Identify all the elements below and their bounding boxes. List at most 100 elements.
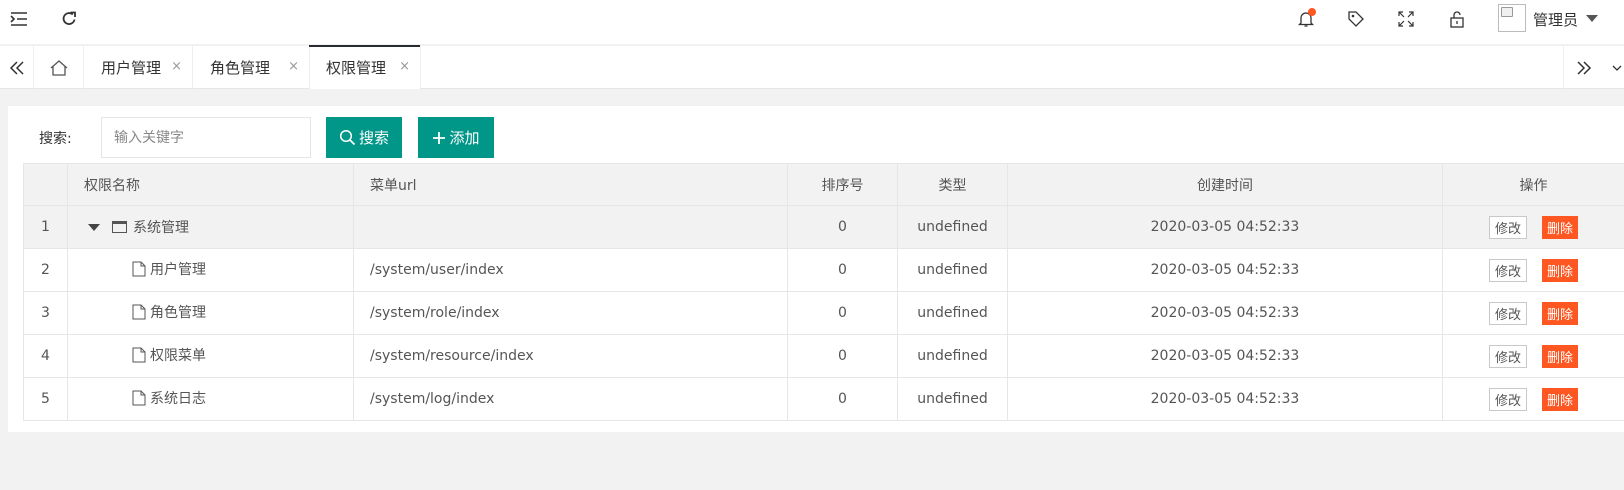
table-header bbox=[23, 163, 68, 206]
table-header[interactable]: 类型 bbox=[897, 163, 1008, 206]
search-button-label: 搜索 bbox=[358, 129, 389, 147]
ops-cell: 修改 删除 bbox=[1442, 291, 1624, 335]
bell-icon[interactable] bbox=[1293, 6, 1319, 32]
notification-dot bbox=[1308, 8, 1316, 16]
created-cell: 2020-03-05 04:52:33 bbox=[1007, 248, 1443, 292]
sort-cell: 0 bbox=[787, 291, 898, 335]
name-cell: 系统管理 bbox=[67, 205, 354, 249]
add-button[interactable]: 添加 bbox=[418, 117, 494, 158]
user-name[interactable]: 管理员 bbox=[1533, 9, 1578, 30]
edit-button[interactable]: 修改 bbox=[1488, 301, 1527, 325]
file-icon bbox=[132, 390, 146, 406]
url-cell: /system/resource/index bbox=[353, 334, 788, 378]
edit-button[interactable]: 修改 bbox=[1488, 215, 1527, 239]
url-cell: /system/user/index bbox=[353, 248, 788, 292]
delete-button[interactable]: 删除 bbox=[1542, 258, 1579, 282]
fullscreen-icon[interactable] bbox=[1393, 6, 1419, 32]
created-cell: 2020-03-05 04:52:33 bbox=[1007, 291, 1443, 335]
table-row[interactable]: 1 系统管理 0 undefined 2020-03-05 04:52:33 修… bbox=[23, 205, 1624, 249]
menu-fold-icon[interactable] bbox=[6, 6, 32, 32]
table-header[interactable]: 权限名称 bbox=[67, 163, 354, 206]
tab-label: 角色管理 bbox=[210, 59, 271, 77]
close-icon[interactable]: × bbox=[399, 59, 410, 74]
type-cell: undefined bbox=[897, 248, 1008, 292]
close-icon[interactable]: × bbox=[288, 59, 299, 74]
edit-button[interactable]: 修改 bbox=[1488, 344, 1527, 368]
type-cell: undefined bbox=[897, 291, 1008, 335]
type-cell: undefined bbox=[897, 205, 1008, 249]
url-cell: /system/role/index bbox=[353, 291, 788, 335]
name-cell: 系统日志 bbox=[67, 377, 354, 421]
delete-button[interactable]: 删除 bbox=[1542, 344, 1579, 368]
search-input[interactable] bbox=[101, 117, 311, 158]
home-tab[interactable] bbox=[34, 46, 84, 89]
sort-cell: 0 bbox=[787, 205, 898, 249]
delete-button[interactable]: 删除 bbox=[1542, 215, 1579, 239]
name-cell: 权限菜单 bbox=[67, 334, 354, 378]
tabs-scroll-left-icon[interactable] bbox=[0, 46, 34, 89]
file-icon bbox=[132, 304, 146, 320]
expand-caret-icon[interactable] bbox=[88, 223, 100, 231]
tab-role-management[interactable]: 角色管理 × bbox=[193, 46, 310, 89]
file-icon bbox=[132, 261, 146, 277]
search-icon bbox=[339, 129, 356, 146]
permission-name: 用户管理 bbox=[150, 262, 206, 278]
permission-name: 系统日志 bbox=[150, 391, 206, 407]
row-index: 2 bbox=[23, 248, 68, 292]
sort-cell: 0 bbox=[787, 377, 898, 421]
tabs-scroll-right-icon[interactable] bbox=[1563, 46, 1603, 89]
permission-name: 权限菜单 bbox=[150, 348, 206, 364]
top-header: 管理员 bbox=[0, 0, 1624, 44]
row-index: 5 bbox=[23, 377, 68, 421]
table-header-row: 权限名称 菜单url 排序号 类型 创建时间 操作 bbox=[23, 163, 1624, 206]
row-index: 3 bbox=[23, 291, 68, 335]
row-index: 4 bbox=[23, 334, 68, 378]
tab-label: 用户管理 bbox=[101, 59, 162, 77]
refresh-icon[interactable] bbox=[56, 6, 82, 32]
delete-button[interactable]: 删除 bbox=[1542, 387, 1579, 411]
ops-cell: 修改 删除 bbox=[1442, 248, 1624, 292]
folder-icon bbox=[112, 221, 127, 233]
created-cell: 2020-03-05 04:52:33 bbox=[1007, 377, 1443, 421]
table-row[interactable]: 4 权限菜单 /system/resource/index 0 undefine… bbox=[23, 334, 1624, 378]
close-icon[interactable]: × bbox=[171, 59, 182, 74]
ops-cell: 修改 删除 bbox=[1442, 205, 1624, 249]
permission-name: 系统管理 bbox=[133, 220, 189, 236]
tab-permission-management[interactable]: 权限管理 × bbox=[309, 45, 421, 89]
delete-button[interactable]: 删除 bbox=[1542, 301, 1579, 325]
sort-cell: 0 bbox=[787, 334, 898, 378]
table-row[interactable]: 3 角色管理 /system/role/index 0 undefined 20… bbox=[23, 291, 1624, 335]
created-cell: 2020-03-05 04:52:33 bbox=[1007, 334, 1443, 378]
name-cell: 角色管理 bbox=[67, 291, 354, 335]
tab-user-management[interactable]: 用户管理 × bbox=[84, 46, 193, 89]
add-button-label: 添加 bbox=[449, 129, 480, 147]
tag-icon[interactable] bbox=[1343, 6, 1369, 32]
table-row[interactable]: 5 系统日志 /system/log/index 0 undefined 202… bbox=[23, 377, 1624, 421]
edit-button[interactable]: 修改 bbox=[1488, 387, 1527, 411]
ops-cell: 修改 删除 bbox=[1442, 377, 1624, 421]
lock-icon[interactable] bbox=[1444, 6, 1470, 32]
table-header[interactable]: 排序号 bbox=[787, 163, 898, 206]
plus-icon bbox=[433, 131, 446, 144]
sort-cell: 0 bbox=[787, 248, 898, 292]
type-cell: undefined bbox=[897, 334, 1008, 378]
permission-table: 权限名称 菜单url 排序号 类型 创建时间 操作 1 系统管理 0 undef… bbox=[23, 163, 1624, 421]
tabs-more-icon[interactable] bbox=[1610, 46, 1624, 89]
table-header[interactable]: 创建时间 bbox=[1007, 163, 1443, 206]
search-button[interactable]: 搜索 bbox=[326, 117, 402, 158]
type-cell: undefined bbox=[897, 377, 1008, 421]
edit-button[interactable]: 修改 bbox=[1488, 258, 1527, 282]
file-icon bbox=[132, 347, 146, 363]
tab-label: 权限管理 bbox=[326, 59, 387, 77]
table-header: 操作 bbox=[1442, 163, 1624, 206]
permission-name: 角色管理 bbox=[150, 305, 206, 321]
avatar[interactable] bbox=[1498, 4, 1526, 32]
table-header[interactable]: 菜单url bbox=[353, 163, 788, 206]
tab-bar: 用户管理 × 角色管理 × 权限管理 × bbox=[0, 45, 1624, 89]
caret-down-icon[interactable] bbox=[1586, 15, 1598, 22]
home-icon bbox=[50, 59, 67, 76]
row-index: 1 bbox=[23, 205, 68, 249]
table-row[interactable]: 2 用户管理 /system/user/index 0 undefined 20… bbox=[23, 248, 1624, 292]
url-cell bbox=[353, 205, 788, 249]
search-label: 搜索: bbox=[39, 131, 72, 147]
